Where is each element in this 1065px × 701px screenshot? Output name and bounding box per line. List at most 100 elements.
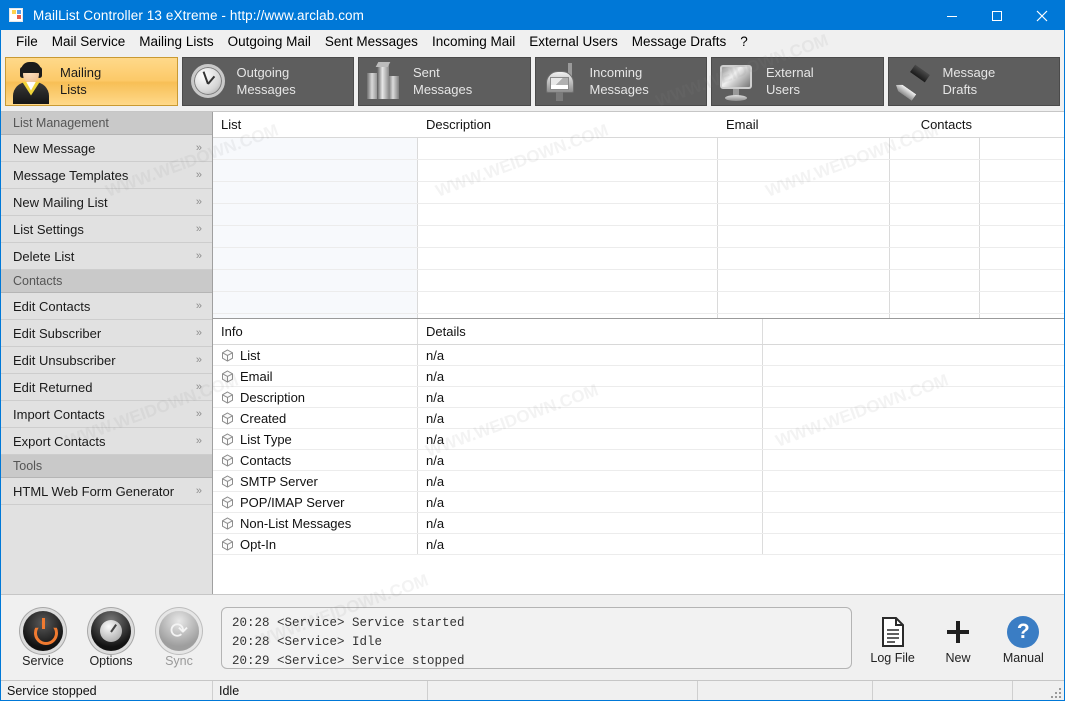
sidebar-item-edit-contacts[interactable]: Edit Contacts » [1,293,212,320]
table-row[interactable]: List Type n/a [213,429,1064,450]
lists-column-contacts [890,138,980,318]
help-icon: ? [1007,616,1040,648]
sidebar-item-export-contacts[interactable]: Export Contacts » [1,428,212,455]
chevron-right-icon: » [195,408,202,420]
sidebar-item-new-mailing-list[interactable]: New Mailing List » [1,189,212,216]
plus-icon [942,616,974,648]
sidebar-item-html-web-form-generator[interactable]: HTML Web Form Generator » [1,478,212,505]
menu-item-incoming-mail[interactable]: Incoming Mail [425,32,522,51]
toolbar-button-sent-messages[interactable]: Sent Messages [358,57,531,106]
table-row[interactable]: Created n/a [213,408,1064,429]
toolbar-button-outgoing-messages[interactable]: Outgoing Messages [181,57,354,106]
sidebar-item-new-message[interactable]: New Message » [1,135,212,162]
table-row[interactable]: Non-List Messages n/a [213,513,1064,534]
info-label: Contacts [240,452,292,468]
info-label: SMTP Server [240,473,318,489]
toolbar-button-incoming-messages[interactable]: Incoming Messages [534,57,707,106]
sidebar-item-message-templates[interactable]: Message Templates » [1,162,212,189]
maximize-button[interactable] [974,1,1019,30]
status-cell-6 [1013,681,1064,700]
status-cell-4 [698,681,873,700]
service-log-box[interactable]: 20:28 <Service> Service started 20:28 <S… [221,606,852,669]
info-value: n/a [418,387,763,407]
menu-item-external-users[interactable]: External Users [522,32,625,51]
main-toolbar: Mailing Lists Outgoing Messages Sent Mes… [1,52,1064,112]
app-icon [9,7,25,24]
sidebar-item-edit-unsubscriber[interactable]: Edit Unsubscriber » [1,347,212,374]
toolbar-label-line2: Messages [413,81,473,97]
table-row[interactable]: List n/a [213,345,1064,366]
toolbar-label-line1: Sent [413,64,440,80]
table-row[interactable]: Description n/a [213,387,1064,408]
toolbar-label-line2: Messages [589,81,649,97]
toolbar-button-message-drafts[interactable]: Message Drafts [887,57,1060,106]
sidebar-item-import-contacts[interactable]: Import Contacts » [1,401,212,428]
column-header-contacts[interactable]: Contacts [890,112,980,137]
lists-grid-header: List Description Email Contacts [213,112,1064,138]
window-controls [929,1,1064,30]
cube-icon [221,348,234,362]
log-file-button[interactable]: Log File [862,616,924,665]
column-header-email[interactable]: Email [718,112,890,137]
table-row[interactable]: Email n/a [213,366,1064,387]
column-header-description[interactable]: Description [418,112,718,137]
column-header-list[interactable]: List [213,112,418,137]
toolbar-button-external-users[interactable]: External Users [711,57,884,106]
content-area: List Management New Message » Message Te… [1,112,1064,594]
info-grid-body[interactable]: List n/a Email n/a Description n/a Creat… [213,345,1064,594]
minimize-button[interactable] [929,1,974,30]
resize-grip-icon[interactable] [1049,686,1061,698]
cube-icon [221,432,234,446]
menu-item-sent-messages[interactable]: Sent Messages [318,32,425,51]
title-bar[interactable]: MailList Controller 13 eXtreme - http://… [1,1,1064,30]
menu-item-file[interactable]: File [9,32,45,51]
info-label: List [240,347,261,363]
info-label: List Type [240,431,292,447]
menu-item-mailing-lists[interactable]: Mailing Lists [132,32,220,51]
sidebar-item-edit-returned[interactable]: Edit Returned » [1,374,212,401]
table-row[interactable]: SMTP Server n/a [213,471,1064,492]
menu-bar: File Mail Service Mailing Lists Outgoing… [1,30,1064,52]
sidebar-item-list-settings[interactable]: List Settings » [1,216,212,243]
sidebar-item-label: Edit Contacts [13,298,91,314]
new-button[interactable]: New [927,616,989,665]
toolbar-button-mailing-lists[interactable]: Mailing Lists [5,57,178,106]
sidebar-group-tools: Tools [1,455,212,478]
column-header-details[interactable]: Details [418,319,763,344]
column-header-info[interactable]: Info [213,319,418,344]
status-activity: Idle [213,681,428,700]
sync-button[interactable]: ⟳ Sync [148,611,210,668]
menu-item-outgoing-mail[interactable]: Outgoing Mail [221,32,318,51]
info-label: Non-List Messages [240,515,352,531]
chevron-right-icon: » [195,223,202,235]
table-row[interactable]: Contacts n/a [213,450,1064,471]
close-button[interactable] [1019,1,1064,30]
manual-button[interactable]: ? Manual [992,616,1054,665]
chevron-right-icon: » [195,381,202,393]
menu-item-message-drafts[interactable]: Message Drafts [625,32,734,51]
info-details-grid[interactable]: Info Details List n/a Email n/a Descript… [213,319,1064,594]
sidebar-item-label: New Mailing List [13,194,108,210]
lists-grid-body[interactable] [213,138,1064,318]
toolbar-button-label: External Users [766,65,814,98]
sidebar-item-label: Import Contacts [13,406,105,422]
cube-icon [221,537,234,551]
service-button[interactable]: Service [12,611,74,668]
chevron-right-icon: » [195,354,202,366]
chevron-right-icon: » [195,196,202,208]
sidebar-item-delete-list[interactable]: Delete List » [1,243,212,270]
table-row[interactable]: POP/IMAP Server n/a [213,492,1064,513]
toolbar-button-label: Incoming Messages [590,65,649,98]
menu-item-mail-service[interactable]: Mail Service [45,32,133,51]
toolbar-label-line2: Users [766,81,800,97]
menu-item-help[interactable]: ? [733,32,755,51]
toolbar-button-label: Message Drafts [943,65,996,98]
bottom-toolbar: Service Options ⟳ Sync 20:28 <Service> S… [1,594,1064,680]
options-button[interactable]: Options [80,611,142,668]
toolbar-label-line1: External [766,64,814,80]
mailing-lists-grid[interactable]: List Description Email Contacts [213,112,1064,319]
toolbar-label-line2: Drafts [942,81,978,97]
sidebar-item-edit-subscriber[interactable]: Edit Subscriber » [1,320,212,347]
chevron-right-icon: » [195,327,202,339]
table-row[interactable]: Opt-In n/a [213,534,1064,555]
